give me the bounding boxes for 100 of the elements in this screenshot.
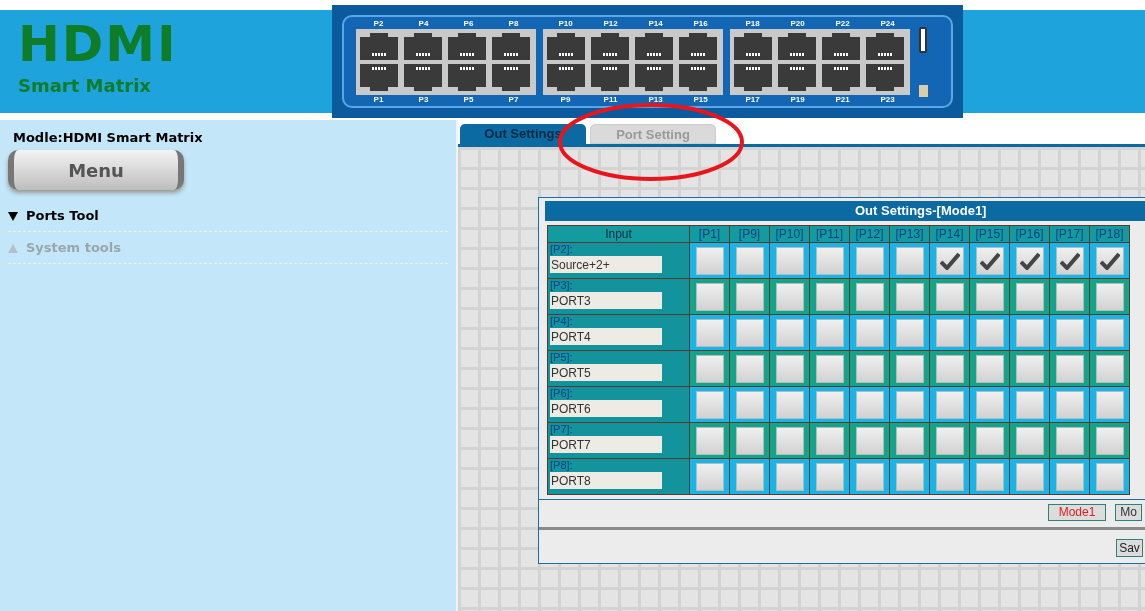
ethernet-port-icon [633, 30, 675, 61]
checkbox[interactable] [815, 282, 844, 311]
checkbox[interactable] [1015, 462, 1044, 491]
checkbox[interactable] [695, 426, 724, 455]
port-label: P7 [507, 94, 520, 105]
checkbox[interactable] [735, 354, 764, 383]
checkbox[interactable] [735, 390, 764, 419]
port-name-field[interactable]: PORT3 [550, 292, 662, 309]
checkbox[interactable] [1015, 354, 1044, 383]
checkbox[interactable] [775, 462, 804, 491]
checkbox[interactable] [855, 246, 884, 275]
port-name-field[interactable]: PORT6 [550, 400, 662, 417]
checkbox[interactable] [935, 318, 964, 347]
checkbox[interactable] [895, 246, 924, 275]
checkbox[interactable] [735, 426, 764, 455]
port-label: P15 [692, 94, 709, 105]
checkbox[interactable] [975, 426, 1004, 455]
port-name-field[interactable]: PORT7 [550, 436, 662, 453]
checkbox[interactable] [855, 462, 884, 491]
checkbox[interactable] [895, 462, 924, 491]
checkmark-icon [1099, 251, 1120, 270]
checkbox[interactable] [815, 426, 844, 455]
column-header: [P1] [689, 225, 730, 243]
port-name-field[interactable]: PORT4 [550, 328, 662, 345]
checkbox[interactable] [735, 246, 764, 275]
checkbox[interactable] [1095, 390, 1124, 419]
checkbox[interactable] [775, 246, 804, 275]
checkbox[interactable] [1055, 462, 1084, 491]
checkbox[interactable] [1015, 282, 1044, 311]
checkbox[interactable] [935, 462, 964, 491]
checkbox[interactable] [895, 354, 924, 383]
menu-item[interactable]: Ports Tool [8, 200, 448, 232]
checkbox[interactable] [815, 390, 844, 419]
checkbox[interactable] [695, 318, 724, 347]
save-button[interactable]: Sav [1116, 539, 1143, 557]
checkbox[interactable] [1095, 354, 1124, 383]
checkbox[interactable] [935, 390, 964, 419]
checkbox[interactable] [695, 282, 724, 311]
ethernet-port-icon [732, 30, 774, 61]
checkbox[interactable] [735, 282, 764, 311]
port-name-field[interactable]: PORT5 [550, 364, 662, 381]
checkbox[interactable] [935, 426, 964, 455]
port-name-field[interactable]: PORT8 [550, 472, 662, 489]
menu-button[interactable]: Menu [8, 150, 184, 190]
checkbox[interactable] [1015, 426, 1044, 455]
checkbox[interactable] [975, 318, 1004, 347]
checkbox[interactable] [975, 246, 1004, 275]
checkbox[interactable] [1055, 354, 1084, 383]
checkbox[interactable] [695, 354, 724, 383]
checkbox[interactable] [1055, 426, 1084, 455]
checkbox[interactable] [975, 390, 1004, 419]
port-name-field[interactable]: Source+2+ [550, 256, 662, 273]
checkbox[interactable] [1095, 246, 1124, 275]
checkbox[interactable] [895, 390, 924, 419]
checkbox[interactable] [775, 318, 804, 347]
checkbox[interactable] [895, 282, 924, 311]
checkbox[interactable] [735, 462, 764, 491]
usb-port-icon [919, 26, 927, 53]
checkbox[interactable] [1015, 390, 1044, 419]
checkbox[interactable] [975, 282, 1004, 311]
checkbox[interactable] [775, 282, 804, 311]
checkbox[interactable] [735, 318, 764, 347]
checkbox[interactable] [855, 354, 884, 383]
mode-button[interactable]: Mode1 [1048, 504, 1106, 521]
checkbox[interactable] [1095, 282, 1124, 311]
checkbox[interactable] [895, 318, 924, 347]
mode-button[interactable]: Mo [1115, 504, 1142, 521]
checkbox[interactable] [1055, 246, 1084, 275]
checkbox[interactable] [1055, 318, 1084, 347]
checkbox[interactable] [975, 462, 1004, 491]
checkbox[interactable] [775, 354, 804, 383]
checkbox[interactable] [895, 426, 924, 455]
checkbox[interactable] [1015, 318, 1044, 347]
checkbox[interactable] [1015, 246, 1044, 275]
checkbox[interactable] [1095, 318, 1124, 347]
checkbox[interactable] [775, 390, 804, 419]
checkbox[interactable] [695, 246, 724, 275]
port-label: [P8]: [550, 459, 574, 472]
checkbox[interactable] [975, 354, 1004, 383]
column-header: [P16] [1009, 225, 1050, 243]
checkbox[interactable] [855, 426, 884, 455]
checkbox[interactable] [815, 318, 844, 347]
checkbox[interactable] [1055, 390, 1084, 419]
checkbox[interactable] [855, 282, 884, 311]
checkbox[interactable] [775, 426, 804, 455]
checkbox[interactable] [1095, 462, 1124, 491]
checkbox[interactable] [935, 246, 964, 275]
checkbox[interactable] [855, 318, 884, 347]
checkbox[interactable] [815, 462, 844, 491]
checkbox[interactable] [695, 390, 724, 419]
ethernet-port-icon [358, 62, 400, 93]
port-label: P19 [789, 94, 806, 105]
checkbox[interactable] [1095, 426, 1124, 455]
checkbox[interactable] [815, 246, 844, 275]
checkbox[interactable] [855, 390, 884, 419]
checkbox[interactable] [935, 282, 964, 311]
checkbox[interactable] [695, 462, 724, 491]
checkbox[interactable] [1055, 282, 1084, 311]
checkbox[interactable] [815, 354, 844, 383]
checkbox[interactable] [935, 354, 964, 383]
